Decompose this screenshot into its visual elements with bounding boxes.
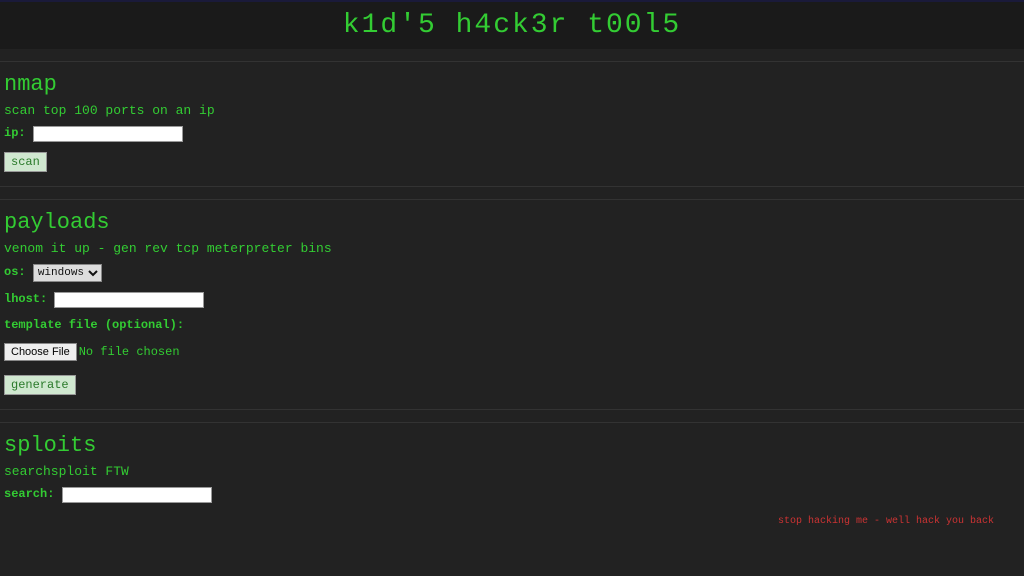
payloads-lhost-label: lhost: [4,292,47,306]
choose-file-button[interactable]: Choose File [4,343,77,361]
nmap-ip-field: ip: [4,126,1020,142]
payloads-os-label: os: [4,265,26,279]
nmap-desc: scan top 100 ports on an ip [4,103,1020,118]
generate-button[interactable]: generate [4,375,76,395]
payloads-os-field: os: windows [4,264,1020,282]
os-select[interactable]: windows [33,264,102,282]
sploits-heading: sploits [4,433,1020,458]
nmap-ip-label: ip: [4,126,26,140]
sploits-desc: searchsploit FTW [4,464,1020,479]
search-input[interactable] [62,487,212,503]
sploits-search-field: search: [4,487,1020,503]
nmap-ip-input[interactable] [33,126,183,142]
sploits-section: sploits searchsploit FTW search: [0,422,1024,527]
payloads-desc: venom it up - gen rev tcp meterpreter bi… [4,241,1020,256]
template-label: template file (optional): [4,318,1020,332]
file-status: No file chosen [79,345,180,359]
page-header: k1d'5 h4ck3r t00l5 [0,2,1024,49]
scan-button[interactable]: scan [4,152,47,172]
sploits-search-label: search: [4,487,54,501]
nmap-section: nmap scan top 100 ports on an ip ip: sca… [0,61,1024,187]
page-title: k1d'5 h4ck3r t00l5 [0,10,1024,41]
warning-text: stop hacking me - well hack you back [778,516,994,527]
payloads-lhost-field: lhost: [4,292,1020,308]
lhost-input[interactable] [54,292,204,308]
nmap-heading: nmap [4,72,1020,97]
payloads-section: payloads venom it up - gen rev tcp meter… [0,199,1024,410]
template-file-chooser: Choose File No file chosen [4,343,180,361]
payloads-heading: payloads [4,210,1020,235]
